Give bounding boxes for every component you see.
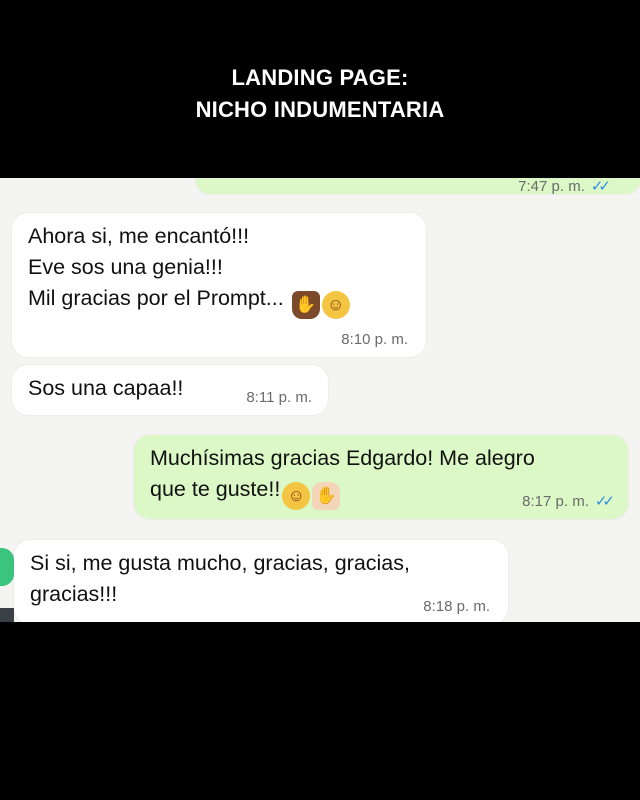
message-text-line: Ahora si, me encantó!!! — [28, 224, 250, 248]
partying-face-emoji: ☺ — [321, 291, 350, 319]
message-text: Sos una capaa!! — [28, 376, 184, 400]
smiling-face-emoji: ☺ — [282, 482, 311, 510]
message-text-line: Muchísimas gracias Edgardo! Me alegro — [150, 446, 535, 470]
message-time: 8:17 p. m. ✓✓ — [522, 493, 615, 510]
header-title-line-1: LANDING PAGE: — [231, 65, 409, 90]
raising-hands-emoji: ✋ — [291, 291, 320, 319]
double-check-icon: ✓✓ — [594, 493, 615, 510]
header-banner: LANDING PAGE: NICHO INDUMENTARIA — [0, 0, 640, 178]
folded-hands-emoji: ✋ — [312, 482, 341, 510]
message-bubble-outgoing[interactable]: 7:47 p. m. ✓✓ — [196, 178, 640, 195]
message-text-line: Si si, me gusta mucho, gracias, gracias, — [30, 551, 410, 575]
message-text-line: Mil gracias por el Prompt... ✋ ☺ — [28, 283, 410, 319]
message-bubble-incoming[interactable]: Ahora si, me encantó!!! Eve sos una geni… — [12, 213, 426, 357]
partial-element-edge — [0, 608, 14, 622]
message-text-line: Eve sos una genia!!! — [28, 255, 223, 279]
chat-area[interactable]: 7:47 p. m. ✓✓ Ahora si, me encantó!!! Eve… — [0, 178, 640, 622]
message-bubble-incoming[interactable]: Si si, me gusta mucho, gracias, gracias,… — [14, 540, 508, 622]
partial-element-edge — [0, 548, 14, 586]
message-time: 8:18 p. m. — [423, 598, 490, 615]
message-bubble-outgoing[interactable]: Muchísimas gracias Edgardo! Me alegro qu… — [134, 435, 628, 519]
message-time: 7:47 p. m. ✓✓ — [518, 178, 611, 195]
message-time: 8:11 p. m. — [246, 389, 312, 406]
double-check-icon: ✓✓ — [590, 178, 611, 195]
header-title-line-2: NICHO INDUMENTARIA — [195, 97, 445, 122]
message-time: 8:10 p. m. — [341, 331, 408, 348]
message-bubble-incoming[interactable]: Sos una capaa!! 8:11 p. m. — [12, 365, 328, 415]
